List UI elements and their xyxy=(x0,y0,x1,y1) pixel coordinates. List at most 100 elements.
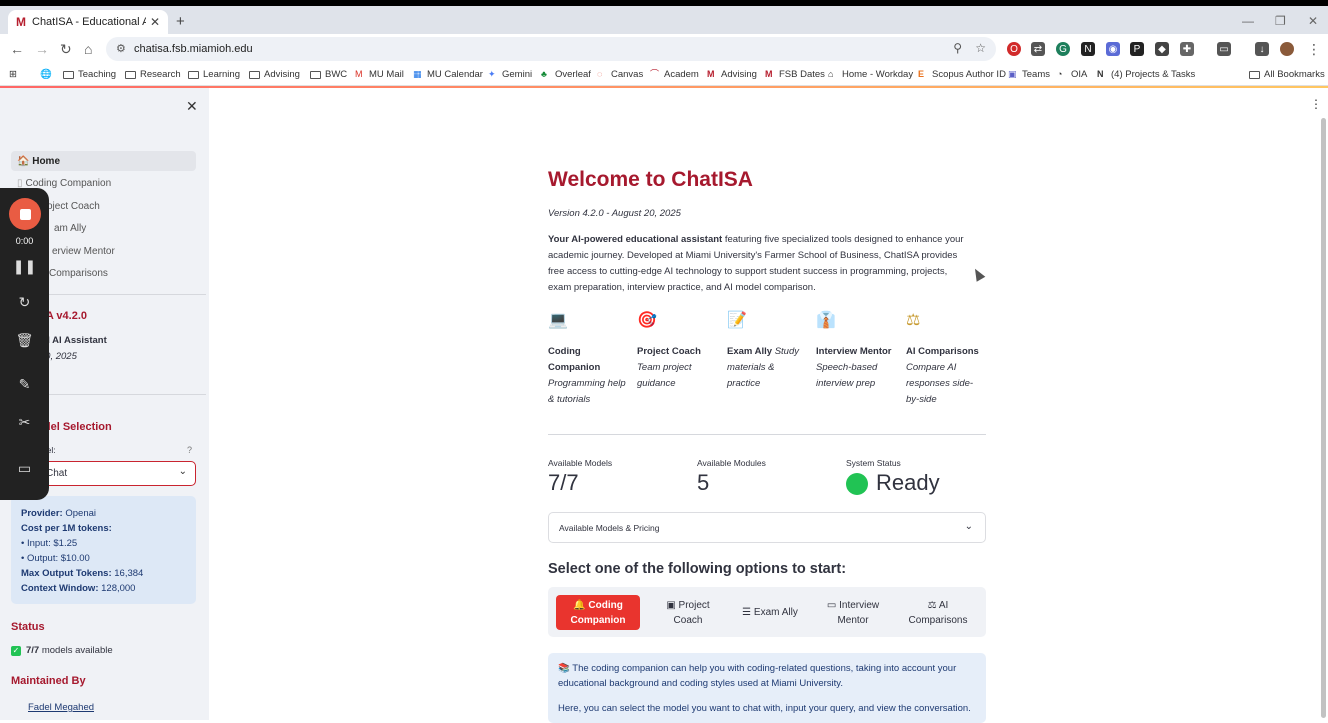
browser-tab[interactable]: M ChatISA - Educational AI Assista ✕ xyxy=(8,10,168,34)
opera-extension-icon[interactable]: O xyxy=(1007,42,1021,56)
draw-icon[interactable]: ✎ xyxy=(0,376,49,393)
option-coding-companion[interactable]: 🔔 Coding Companion xyxy=(556,595,640,630)
tab-title: ChatISA - Educational AI Assista xyxy=(32,16,146,28)
miami-logo-icon: M xyxy=(16,15,26,29)
bookmark-gemini[interactable]: ✦ Gemini xyxy=(488,69,532,80)
new-tab-icon[interactable]: + xyxy=(176,13,185,30)
tool-ai-comparisons: ⚖ AI Comparisons Compare AI responses sid… xyxy=(906,312,986,408)
bookmark-label: Canvas xyxy=(611,69,644,80)
intro-paragraph: Your AI-powered educational assistant fe… xyxy=(548,232,968,296)
zoom-icon[interactable]: ⚲ xyxy=(953,41,962,55)
shield-icon[interactable]: ◆ xyxy=(1155,42,1169,56)
bookmark-label: Teams xyxy=(1022,69,1050,80)
bookmark-oia[interactable]: ◔ OIA xyxy=(1057,69,1087,80)
apps-icon[interactable]: ⊞ xyxy=(9,69,17,80)
back-icon[interactable]: ← xyxy=(10,41,24,57)
option-label: ▣ Project Coach xyxy=(652,598,724,628)
bookmark-teaching[interactable]: Teaching xyxy=(63,69,116,80)
bookmark-star-icon[interactable]: ☆ xyxy=(975,41,986,55)
paypal-icon[interactable]: P xyxy=(1130,42,1144,56)
bookmark-learning[interactable]: Learning xyxy=(188,69,240,80)
puzzle-icon[interactable]: ✚ xyxy=(1180,42,1194,56)
folder-icon xyxy=(125,70,136,79)
extension-badge-icon[interactable]: ◉ xyxy=(1106,42,1120,56)
scales-icon: ⚖ xyxy=(927,599,939,611)
workday-icon: ⌂ xyxy=(828,69,834,79)
option-ai-comparisons[interactable]: ⚖ AI Comparisons xyxy=(898,595,978,630)
download-icon[interactable]: ↓ xyxy=(1255,42,1269,56)
bookmark-label: Overleaf xyxy=(555,69,591,80)
url-field[interactable]: ⚙ chatisa.fsb.miamioh.edu ⚲ ☆ xyxy=(106,37,996,61)
tool-interview-mentor: 👔 Interview Mentor Speech-based interview… xyxy=(816,312,896,392)
scrollbar[interactable] xyxy=(1321,118,1326,718)
forward-icon[interactable]: → xyxy=(35,41,49,57)
bookmark-canvas[interactable]: ◌ Canvas xyxy=(597,69,643,80)
bookmark-label: Advising xyxy=(721,69,757,80)
option-interview-mentor[interactable]: ▭ Interview Mentor xyxy=(816,595,890,630)
globe-icon[interactable]: 🌐 xyxy=(40,69,52,80)
bell-icon: 🔔 xyxy=(573,599,589,611)
bookmark-workday[interactable]: ⌂ Home - Workday xyxy=(828,69,913,80)
profile-avatar[interactable] xyxy=(1280,42,1294,56)
window-close-icon[interactable]: ✕ xyxy=(1308,14,1318,28)
option-project-coach[interactable]: ▣ Project Coach xyxy=(648,595,728,630)
check-icon: ✓ xyxy=(11,646,21,656)
sidebar-item-home[interactable]: 🏠 Home xyxy=(11,151,196,171)
camera-icon[interactable]: ▭ xyxy=(0,460,49,477)
status-count: 7/7 xyxy=(26,645,40,656)
context-label: Context Window: xyxy=(21,583,99,594)
max-tokens-label: Max Output Tokens: xyxy=(21,568,112,579)
option-text: Exam Ally xyxy=(753,607,798,618)
close-sidebar-icon[interactable]: ✕ xyxy=(186,98,198,115)
bookmark-label: (4) Projects & Tasks xyxy=(1111,69,1196,80)
bookmark-advising[interactable]: Advising xyxy=(249,69,300,80)
page-icon: ▯ xyxy=(17,177,23,189)
tool-exam-ally: 📝 Exam Ally Study materials & practice xyxy=(727,312,807,392)
bookmark-teams[interactable]: ▣ Teams xyxy=(1008,69,1050,80)
restore-icon[interactable]: ❐ xyxy=(1275,14,1286,28)
list-icon: ☰ xyxy=(742,607,754,618)
delete-icon[interactable]: 🗑 xyxy=(0,332,49,349)
home-icon[interactable]: ⌂ xyxy=(84,41,92,57)
bookmark-mu-mail[interactable]: M MU Mail xyxy=(355,69,404,80)
bookmark-mu-calendar[interactable]: ▦ MU Calendar xyxy=(413,69,483,80)
tool-desc: Compare AI responses side-by-side xyxy=(906,362,974,405)
restart-icon[interactable]: ↻ xyxy=(0,294,49,311)
notion-icon[interactable]: N xyxy=(1081,42,1095,56)
bookmark-advising-2[interactable]: M Advising xyxy=(707,69,757,80)
reload-icon[interactable]: ↻ xyxy=(60,41,72,58)
help-icon[interactable]: ? xyxy=(187,445,192,455)
close-tab-icon[interactable]: ✕ xyxy=(150,15,160,29)
models-pricing-expander[interactable]: Available Models & Pricing ⌄ xyxy=(548,512,986,543)
max-tokens-row: Max Output Tokens: 16,384 xyxy=(21,566,186,581)
grammarly-icon[interactable]: G xyxy=(1056,42,1070,56)
option-exam-ally[interactable]: ☰ Exam Ally xyxy=(730,595,810,630)
app-menu-icon[interactable]: ⋮ xyxy=(1310,97,1322,111)
browser-menu-icon[interactable]: ⋮ xyxy=(1307,41,1321,58)
pause-icon[interactable]: ❚❚ xyxy=(0,258,49,275)
metric-value-row: Ready xyxy=(846,470,940,496)
bookmark-academ[interactable]: ⌒ Academ xyxy=(650,69,699,80)
bookmark-fsb-dates[interactable]: M FSB Dates xyxy=(765,69,825,80)
camera-off-icon[interactable]: ✂ xyxy=(0,414,49,431)
calendar-icon: ▦ xyxy=(413,69,422,79)
stop-recording-button[interactable] xyxy=(9,198,41,230)
minimize-icon[interactable]: — xyxy=(1242,14,1254,28)
scopus-icon: E xyxy=(918,69,925,79)
url-text: chatisa.fsb.miamioh.edu xyxy=(134,43,253,55)
bookmark-bwc[interactable]: BWC xyxy=(310,69,347,80)
maintainer-link[interactable]: Fadel Megahed xyxy=(28,702,94,713)
status-text: models available xyxy=(41,645,113,656)
bookmark-projects[interactable]: N (4) Projects & Tasks xyxy=(1097,69,1195,80)
site-info-icon[interactable]: ⚙ xyxy=(116,42,126,55)
bookmark-scopus[interactable]: E Scopus Author ID xyxy=(918,69,1006,80)
metric-available-modules: Available Modules 5 xyxy=(697,458,766,496)
extension-icon[interactable]: ⇄ xyxy=(1031,42,1045,56)
bookmark-overleaf[interactable]: ♣ Overleaf xyxy=(541,69,591,80)
all-bookmarks[interactable]: All Bookmarks xyxy=(1249,69,1325,80)
tool-project-coach: 🎯 Project Coach Team project guidance xyxy=(637,312,717,392)
screen-cast-icon[interactable]: ▭ xyxy=(1217,42,1231,56)
bookmark-research[interactable]: Research xyxy=(125,69,181,80)
options-bar: 🔔 Coding Companion ▣ Project Coach ☰ Exa… xyxy=(548,587,986,637)
bookmark-label: MU Mail xyxy=(369,69,404,80)
